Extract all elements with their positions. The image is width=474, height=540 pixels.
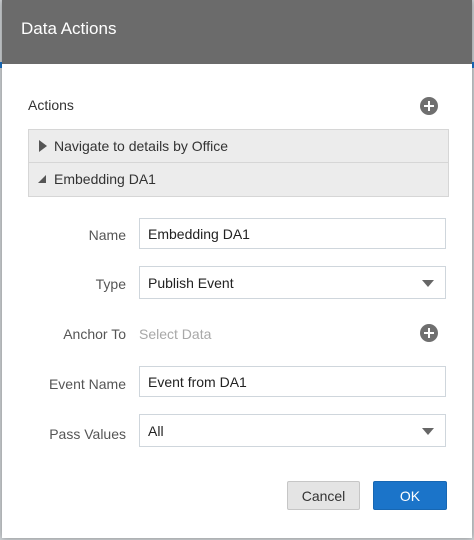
action-item-embedding[interactable]: Embedding DA1 xyxy=(29,163,448,195)
pass-values-select[interactable]: All xyxy=(139,414,446,447)
name-label: Name xyxy=(88,227,126,243)
action-item-label: Navigate to details by Office xyxy=(54,138,229,154)
type-label: Type xyxy=(95,276,126,292)
cancel-button[interactable]: Cancel xyxy=(287,481,360,510)
chevron-down-icon[interactable] xyxy=(422,280,434,287)
type-select-value: Publish Event xyxy=(148,275,234,291)
anchor-to-label: Anchor To xyxy=(63,326,126,342)
pass-values-label: Pass Values xyxy=(49,426,126,442)
type-select[interactable]: Publish Event xyxy=(139,266,446,299)
event-name-label: Event Name xyxy=(48,376,126,392)
add-action-plus-icon[interactable] xyxy=(420,97,438,115)
pass-values-select-value: All xyxy=(148,423,164,439)
dialog-title: Data Actions xyxy=(21,19,117,38)
add-anchor-plus-icon[interactable] xyxy=(420,324,438,342)
collapsed-triangle-icon[interactable] xyxy=(39,140,47,152)
actions-list: Navigate to details by Office Embedding … xyxy=(28,129,449,197)
expanded-triangle-icon[interactable] xyxy=(38,175,46,183)
data-actions-dialog: Data Actions Actions Navigate to details… xyxy=(2,0,472,538)
actions-section-label: Actions xyxy=(28,97,74,113)
dialog-titlebar: Data Actions xyxy=(2,0,472,64)
chevron-down-icon[interactable] xyxy=(422,428,434,435)
action-item-navigate[interactable]: Navigate to details by Office xyxy=(29,130,448,163)
anchor-to-placeholder[interactable]: Select Data xyxy=(139,326,211,342)
event-name-input[interactable] xyxy=(139,366,446,397)
action-item-label: Embedding DA1 xyxy=(54,171,156,187)
name-input[interactable] xyxy=(139,218,446,249)
ok-button[interactable]: OK xyxy=(373,481,447,510)
